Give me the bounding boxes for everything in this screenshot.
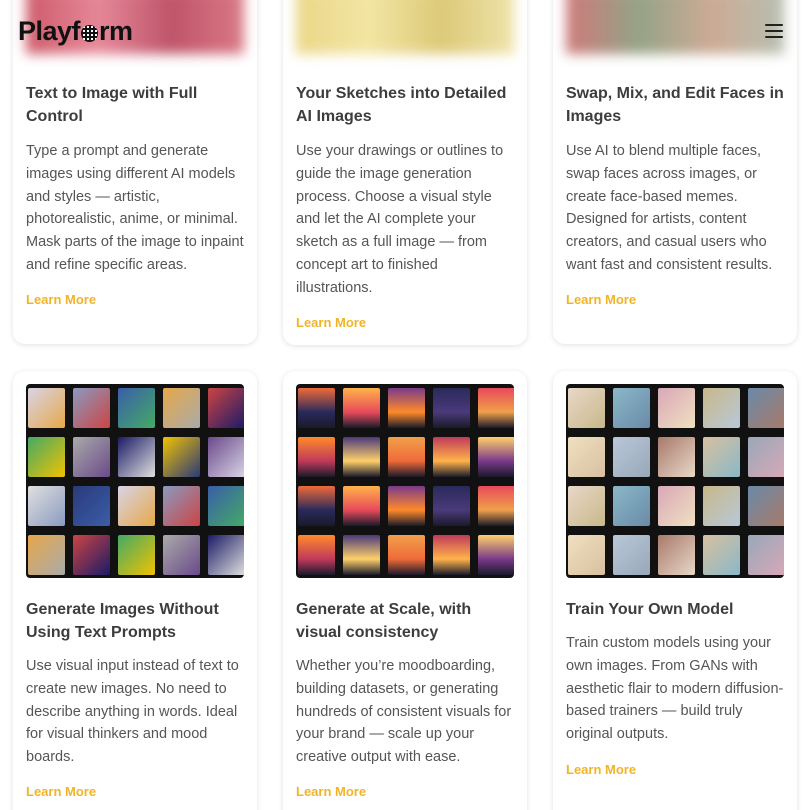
thumbnail-cell xyxy=(343,535,380,575)
logo-o-mark xyxy=(81,25,99,42)
thumbnail-cell xyxy=(343,437,380,477)
card-title: Your Sketches into Detailed AI Images xyxy=(296,85,507,125)
thumbnail-cell xyxy=(28,535,65,575)
thumbnail-cell xyxy=(298,388,335,428)
thumbnail-cell xyxy=(163,388,200,428)
thumbnail-cell xyxy=(118,535,155,575)
learn-more-link[interactable]: Learn More xyxy=(296,784,366,799)
thumbnail-cell xyxy=(298,535,335,575)
thumbnail-cell xyxy=(298,437,335,477)
card-title: Generate at Scale, with visual consisten… xyxy=(296,601,472,641)
hamburger-menu-icon[interactable] xyxy=(765,24,783,40)
thumbnail-cell xyxy=(658,535,695,575)
thumbnail-cell xyxy=(703,437,740,477)
thumbnail-cell xyxy=(613,388,650,428)
thumbnail-cell xyxy=(433,437,470,477)
thumbnail-cell xyxy=(208,535,244,575)
thumbnail-cell xyxy=(118,486,155,526)
thumbnail-cell xyxy=(568,486,605,526)
thumbnail-cell xyxy=(748,535,784,575)
thumbnail-cell xyxy=(613,535,650,575)
card-title: Train Your Own Model xyxy=(566,601,734,618)
thumbnail-cell xyxy=(658,388,695,428)
thumbnail-cell xyxy=(478,437,514,477)
thumbnail-cell xyxy=(748,388,784,428)
thumbnail-cell xyxy=(163,535,200,575)
thumbnail-cell xyxy=(28,437,65,477)
thumbnail-cell xyxy=(433,388,470,428)
card-title: Swap, Mix, and Edit Faces in Images xyxy=(566,85,784,125)
card-title: Generate Images Without Using Text Promp… xyxy=(26,601,219,641)
thumbnail-cell xyxy=(73,388,110,428)
card-description: Use your drawings or outlines to guide t… xyxy=(296,143,504,296)
thumbnail-cell xyxy=(478,388,514,428)
thumbnail-cell xyxy=(28,388,65,428)
thumbnail-cell xyxy=(73,535,110,575)
logo[interactable]: Playf rm xyxy=(18,16,133,47)
card-image-grid xyxy=(296,384,514,578)
card-description: Whether you’re moodboarding, building da… xyxy=(296,658,512,766)
card-description: Type a prompt and generate images using … xyxy=(26,143,244,273)
thumbnail-cell xyxy=(163,486,200,526)
thumbnail-cell xyxy=(568,535,605,575)
thumbnail-cell xyxy=(118,388,155,428)
thumbnail-cell xyxy=(388,486,425,526)
thumbnail-cell xyxy=(343,388,380,428)
feature-card-generate-at-scale: Generate at Scale, with visual consisten… xyxy=(283,371,527,810)
thumbnail-cell xyxy=(658,486,695,526)
thumbnail-cell xyxy=(28,486,65,526)
feature-card-train-model: Train Your Own Model Train custom models… xyxy=(553,371,797,810)
thumbnail-cell xyxy=(433,486,470,526)
thumbnail-cell xyxy=(298,486,335,526)
card-description: Train custom models using your own image… xyxy=(566,635,784,743)
thumbnail-cell xyxy=(118,437,155,477)
site-header: Playf rm xyxy=(0,0,810,66)
thumbnail-cell xyxy=(568,437,605,477)
card-image-grid xyxy=(566,384,784,578)
card-description: Use AI to blend multiple faces, swap fac… xyxy=(566,143,773,273)
thumbnail-cell xyxy=(703,535,740,575)
thumbnail-cell xyxy=(703,388,740,428)
thumbnail-cell xyxy=(613,437,650,477)
card-description: Use visual input instead of text to crea… xyxy=(26,658,239,766)
thumbnail-cell xyxy=(208,388,244,428)
thumbnail-cell xyxy=(73,437,110,477)
feature-card-image-without-prompt: Generate Images Without Using Text Promp… xyxy=(13,371,257,810)
thumbnail-cell xyxy=(658,437,695,477)
thumbnail-cell xyxy=(388,437,425,477)
logo-text-start: Playf xyxy=(18,16,81,46)
thumbnail-cell xyxy=(388,535,425,575)
thumbnail-cell xyxy=(748,486,784,526)
thumbnail-cell xyxy=(703,486,740,526)
thumbnail-cell xyxy=(478,535,514,575)
thumbnail-cell xyxy=(478,486,514,526)
thumbnail-cell xyxy=(343,486,380,526)
thumbnail-cell xyxy=(568,388,605,428)
thumbnail-cell xyxy=(73,486,110,526)
learn-more-link[interactable]: Learn More xyxy=(566,762,636,777)
thumbnail-cell xyxy=(613,486,650,526)
thumbnail-cell xyxy=(748,437,784,477)
card-title: Text to Image with Full Control xyxy=(26,85,198,125)
thumbnail-cell xyxy=(163,437,200,477)
thumbnail-cell xyxy=(388,388,425,428)
logo-text-end: rm xyxy=(99,16,133,46)
card-image-grid xyxy=(26,384,244,578)
thumbnail-cell xyxy=(208,437,244,477)
thumbnail-cell xyxy=(433,535,470,575)
learn-more-link[interactable]: Learn More xyxy=(26,784,96,799)
learn-more-link[interactable]: Learn More xyxy=(566,292,636,307)
learn-more-link[interactable]: Learn More xyxy=(296,315,366,330)
thumbnail-cell xyxy=(208,486,244,526)
learn-more-link[interactable]: Learn More xyxy=(26,292,96,307)
